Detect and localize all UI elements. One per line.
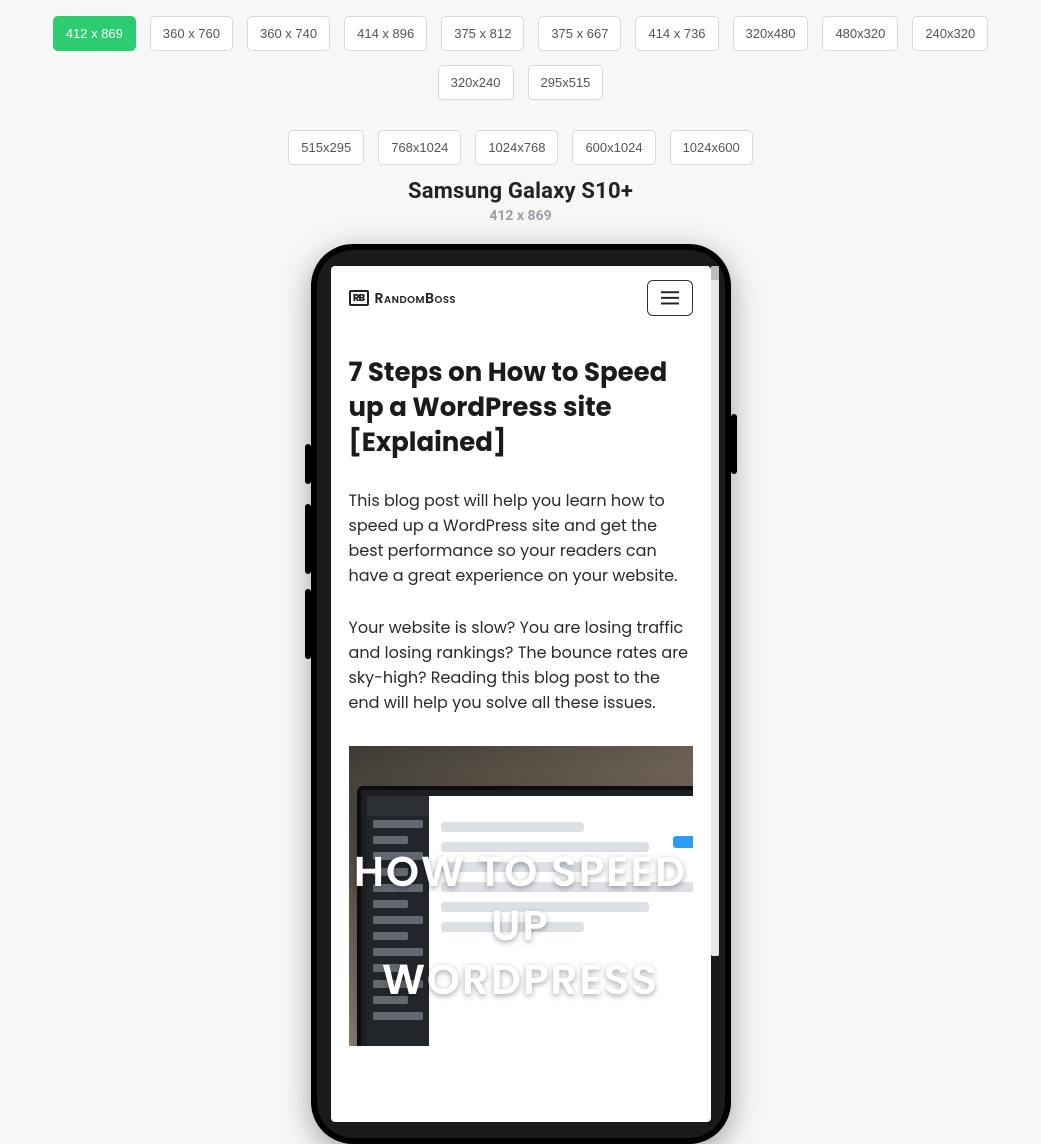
post-paragraph-1: This blog post will help you learn how t… — [349, 489, 693, 588]
hero-overlay-text: HOW TO SPEED UP WORDPRESS — [349, 845, 693, 1006]
phone-side-button-left-1 — [305, 444, 311, 484]
preview-scrollbar-thumb[interactable] — [711, 266, 719, 280]
resolution-button[interactable]: 768x1024 — [378, 130, 461, 165]
resolution-button[interactable]: 375 x 667 — [538, 16, 621, 51]
resolution-button[interactable]: 320x240 — [438, 65, 514, 100]
logo-mark: RB — [349, 290, 369, 306]
site-viewport: RB RandomBoss 7 Steps on How to Speed up… — [331, 266, 711, 1046]
logo-text: RandomBoss — [375, 288, 457, 309]
phone-side-button-left-2 — [305, 504, 311, 574]
resolution-button[interactable]: 1024x768 — [475, 130, 558, 165]
device-dimensions: 412 x 869 — [0, 208, 1041, 224]
preview-scrollbar[interactable] — [711, 266, 719, 956]
resolution-button[interactable]: 295x515 — [528, 65, 604, 100]
site-header: RB RandomBoss — [349, 280, 693, 316]
phone-preview: RB RandomBoss 7 Steps on How to Speed up… — [311, 244, 731, 969]
resolution-button[interactable]: 515x295 — [288, 130, 364, 165]
site-logo[interactable]: RB RandomBoss — [349, 288, 457, 309]
phone-side-button-right — [731, 414, 737, 474]
resolution-bar-row1: 412 x 869 360 x 760 360 x 740 414 x 896 375 … — [0, 0, 1041, 100]
post-title: 7 Steps on How to Speed up a WordPress s… — [349, 356, 693, 461]
resolution-button[interactable]: 360 x 740 — [247, 16, 330, 51]
post-paragraph-2: Your website is slow? You are losing tra… — [349, 616, 693, 715]
phone-frame: RB RandomBoss 7 Steps on How to Speed up… — [311, 244, 731, 1144]
resolution-button[interactable]: 360 x 760 — [150, 16, 233, 51]
resolution-button[interactable]: 412 x 869 — [53, 16, 136, 51]
resolution-button[interactable]: 480x320 — [822, 16, 898, 51]
resolution-button[interactable]: 320x480 — [733, 16, 809, 51]
phone-screen: RB RandomBoss 7 Steps on How to Speed up… — [331, 266, 711, 1122]
hero-overlay-text-wrap: HOW TO SPEED UP WORDPRESS — [349, 746, 693, 1046]
resolution-button[interactable]: 240x320 — [912, 16, 988, 51]
resolution-button[interactable]: 414 x 736 — [635, 16, 718, 51]
device-heading: Samsung Galaxy S10+ 412 x 869 — [0, 179, 1041, 224]
hero-image: HOW TO SPEED UP WORDPRESS — [349, 746, 693, 1046]
phone-side-button-left-3 — [305, 589, 311, 659]
resolution-button[interactable]: 414 x 896 — [344, 16, 427, 51]
resolution-button[interactable]: 1024x600 — [670, 130, 753, 165]
resolution-bar-row2: 515x295 768x1024 1024x768 600x1024 1024x600 — [0, 114, 1041, 165]
menu-button[interactable] — [647, 280, 693, 316]
hamburger-icon — [661, 291, 679, 305]
post-body: This blog post will help you learn how t… — [349, 489, 693, 715]
device-name: Samsung Galaxy S10+ — [0, 179, 1041, 204]
resolution-button[interactable]: 375 x 812 — [441, 16, 524, 51]
resolution-button[interactable]: 600x1024 — [572, 130, 655, 165]
